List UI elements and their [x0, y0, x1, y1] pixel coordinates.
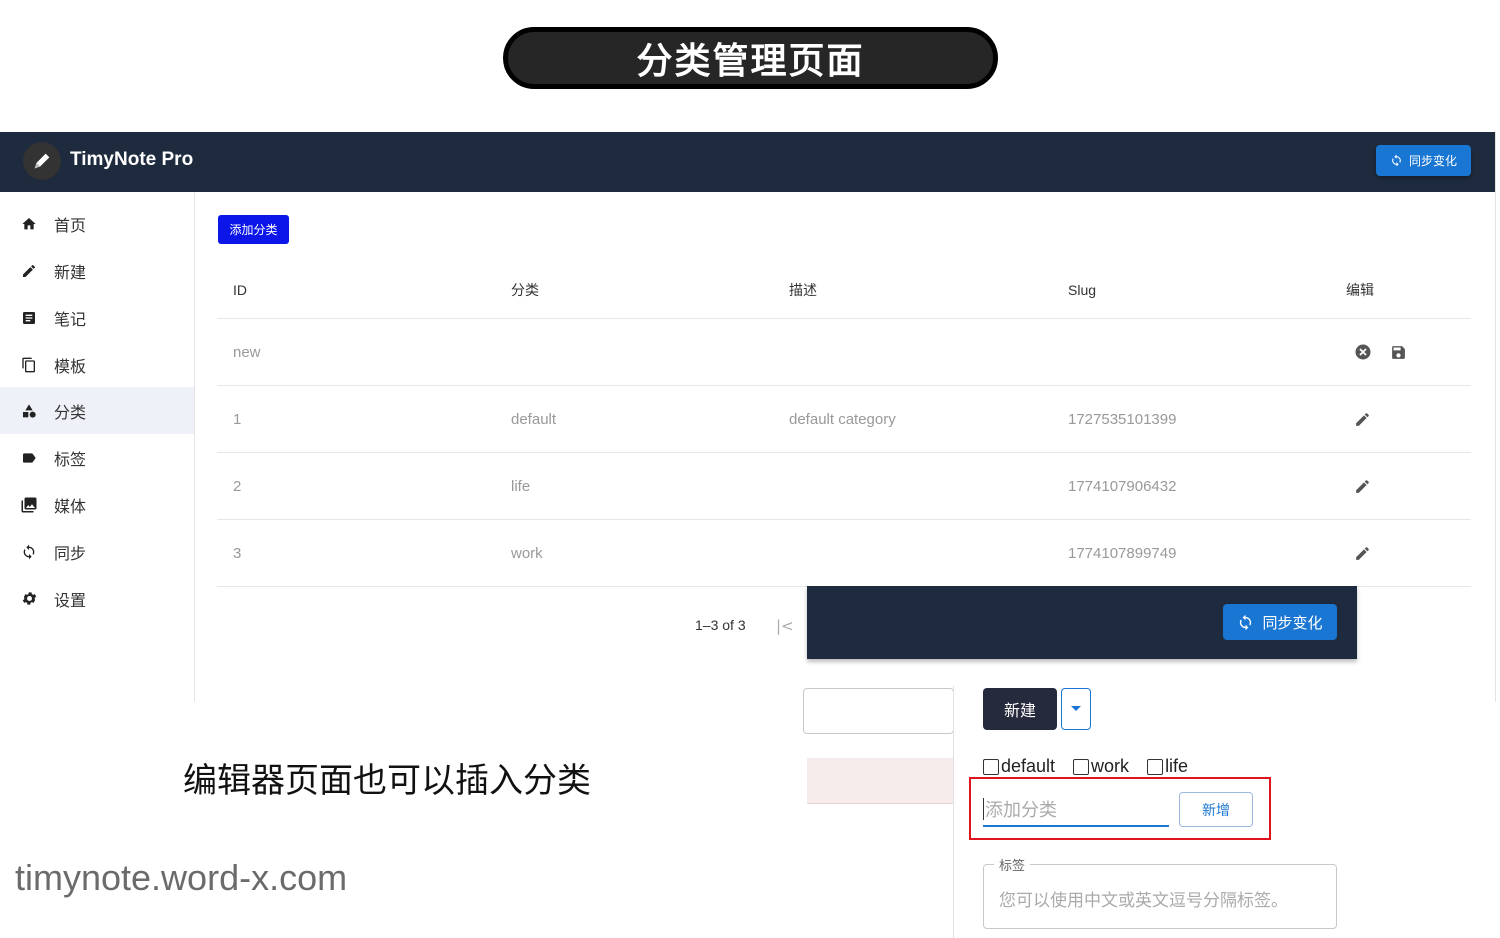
- caret-down-icon: [1071, 706, 1081, 711]
- sidebar-item-label: 设置: [54, 590, 87, 610]
- sidebar-item-tags[interactable]: 标签: [0, 434, 194, 481]
- category-icon: [20, 402, 38, 420]
- sync-changes-label: 同步变化: [1408, 154, 1457, 168]
- add-category-input[interactable]: 添加分类: [983, 793, 1169, 827]
- column-header-slug[interactable]: Slug: [1068, 262, 1096, 318]
- category-checkboxes: default work life: [983, 756, 1188, 777]
- row-id: 1: [233, 410, 242, 428]
- tags-placeholder: 您可以使用中文或英文逗号分隔标签。: [999, 891, 1288, 911]
- sidebar-item-new[interactable]: 新建: [0, 247, 194, 294]
- editor-sync-label: 同步变化: [1262, 613, 1323, 632]
- tags-field[interactable]: 标签 您可以使用中文或英文逗号分隔标签。: [983, 855, 1337, 929]
- table-row-new: new: [217, 319, 1471, 386]
- sidebar-item-notes[interactable]: 笔记: [0, 294, 194, 341]
- sidebar-item-label: 模板: [54, 356, 87, 376]
- editor-highlight-field: [807, 758, 954, 804]
- checkbox-label: default: [1001, 756, 1056, 776]
- app-bar: TimyNote Pro 同步变化: [0, 132, 1495, 192]
- edit-pencil-icon[interactable]: [1354, 386, 1371, 452]
- tags-legend: 标签: [994, 855, 1031, 874]
- sidebar-item-label: 笔记: [54, 309, 87, 329]
- editor-sync-button[interactable]: 同步变化: [1223, 604, 1337, 640]
- editor-title-field[interactable]: [803, 688, 954, 734]
- app-title: TimyNote Pro: [70, 149, 194, 170]
- column-header-description[interactable]: 描述: [789, 262, 817, 318]
- editor-new-button[interactable]: 新建: [983, 688, 1057, 730]
- pagination-range: 1–3 of 3: [695, 617, 746, 633]
- label-icon: [20, 449, 38, 467]
- checkbox-box[interactable]: [983, 758, 999, 775]
- editor-inset: 同步变化 新建 default work life 添加分类 新增 标签 您可以…: [803, 586, 1357, 938]
- column-header-edit: 编辑: [1346, 282, 1374, 298]
- sidebar-item-label: 新建: [54, 262, 87, 282]
- sync-changes-button[interactable]: 同步变化: [1376, 145, 1471, 176]
- row-slug: 1774107899749: [1068, 544, 1177, 562]
- site-watermark: timynote.word-x.com: [15, 857, 348, 898]
- sidebar-item-templates[interactable]: 模板: [0, 341, 194, 388]
- category-checkbox-default[interactable]: default: [983, 756, 1055, 777]
- edit-pencil-icon[interactable]: [1354, 453, 1371, 519]
- sidebar-item-media[interactable]: 媒体: [0, 481, 194, 528]
- save-icon[interactable]: [1390, 319, 1407, 385]
- sidebar-item-label: 分类: [54, 402, 87, 422]
- row-category: default: [511, 410, 557, 428]
- sidebar-item-label: 标签: [54, 449, 87, 469]
- app-logo-icon: [23, 142, 61, 180]
- edit-pencil-icon[interactable]: [1354, 520, 1371, 586]
- media-icon: [20, 496, 38, 514]
- sidebar-item-label: 首页: [54, 215, 87, 235]
- copy-icon: [20, 356, 38, 374]
- table-row: 1 default default category 1727535101399: [217, 386, 1471, 453]
- category-checkbox-work[interactable]: work: [1073, 756, 1129, 777]
- cancel-icon[interactable]: [1354, 319, 1372, 385]
- sidebar-item-settings[interactable]: 设置: [0, 575, 194, 622]
- note-icon: [20, 309, 38, 327]
- sidebar-item-sync[interactable]: 同步: [0, 528, 194, 575]
- editor-app-bar: 同步变化: [807, 586, 1357, 659]
- checkbox-box[interactable]: [1147, 758, 1164, 775]
- pencil-icon: [20, 262, 38, 280]
- column-header-category[interactable]: 分类: [511, 262, 539, 318]
- sidebar-item-categories[interactable]: 分类: [0, 387, 194, 434]
- editor-divider: [953, 686, 954, 938]
- sync-icon: [1240, 614, 1252, 630]
- checkbox-box[interactable]: [1073, 758, 1090, 775]
- first-page-icon[interactable]: |<: [776, 617, 794, 635]
- checkbox-label: life: [1165, 756, 1189, 776]
- page-banner: 分类管理页面: [503, 27, 998, 89]
- sidebar-item-label: 同步: [54, 543, 87, 563]
- sidebar: 首页 新建 笔记 模板 分类 标签 媒体 同步 设置: [0, 192, 195, 702]
- add-category-button[interactable]: 添加分类: [218, 215, 289, 244]
- row-id: new: [233, 343, 261, 361]
- row-category: work: [511, 544, 543, 562]
- add-new-category-button[interactable]: 新增: [1179, 792, 1253, 827]
- table-row: 2 life 1774107906432: [217, 453, 1471, 520]
- sync-icon: [1392, 154, 1401, 167]
- row-slug: 1727535101399: [1068, 410, 1177, 428]
- gear-icon: [20, 590, 38, 608]
- column-header-id[interactable]: ID: [233, 262, 247, 318]
- checkbox-label: work: [1091, 756, 1130, 776]
- row-description: default category: [789, 410, 896, 428]
- caption-text: 编辑器页面也可以插入分类: [183, 761, 591, 801]
- row-slug: 1774107906432: [1068, 477, 1177, 495]
- new-dropdown-button[interactable]: [1061, 688, 1091, 730]
- table-row: 3 work 1774107899749: [217, 520, 1471, 587]
- category-checkbox-life[interactable]: life: [1147, 756, 1188, 777]
- row-id: 2: [233, 477, 242, 495]
- sidebar-item-label: 媒体: [54, 496, 87, 516]
- row-id: 3: [233, 544, 242, 562]
- row-category: life: [511, 477, 531, 495]
- text-caret: [983, 798, 984, 820]
- add-category-placeholder: 添加分类: [985, 800, 1057, 821]
- banner-title: 分类管理页面: [636, 41, 865, 82]
- sidebar-item-home[interactable]: 首页: [0, 200, 194, 247]
- home-icon: [20, 215, 38, 233]
- sync-icon: [20, 543, 38, 561]
- table-header: ID 分类 描述 Slug 编辑: [217, 262, 1471, 319]
